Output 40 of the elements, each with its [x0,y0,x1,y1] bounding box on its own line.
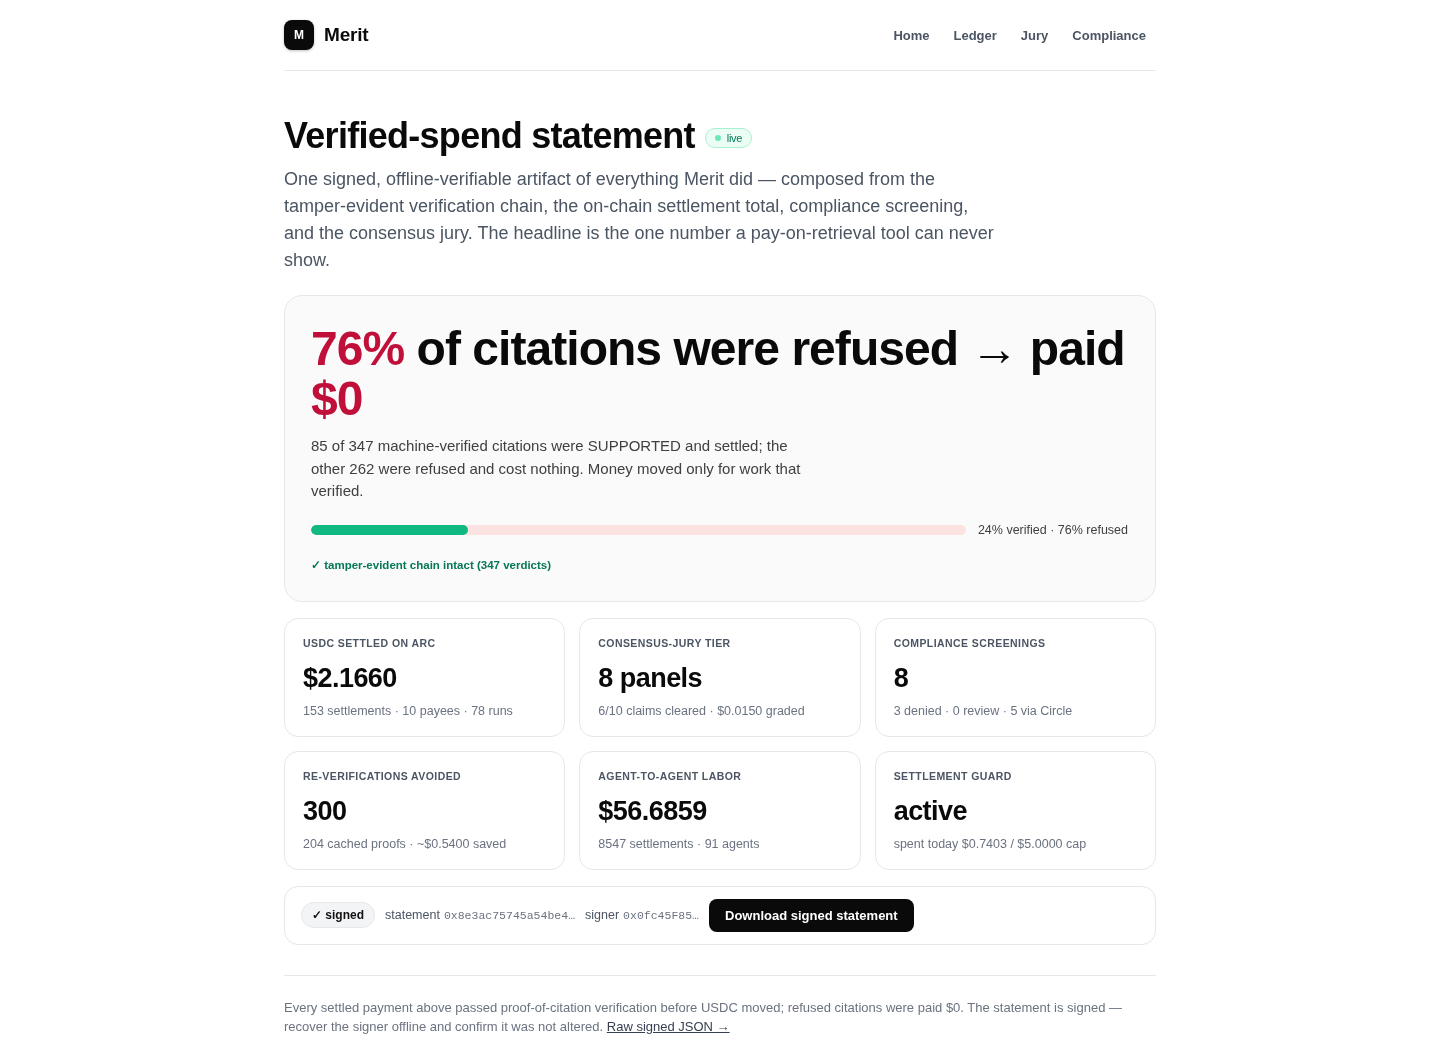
nav-link[interactable]: Compliance [1072,27,1146,43]
stat-detail: spent today $0.7403 / $5.0000 cap [893,835,1088,853]
footer-text: Every settled payment above passed proof-of-citation verification before USDC moved; refused citations were paid $0. The statement is signed — recover the signer offline and confirm it was not altered. Raw signed JSON → [284,998,1123,1036]
chain-status-text: ✓ tamper-evident chain intact (347 verdicts) [311,557,553,573]
stat-value: 300 [303,794,348,828]
stat-detail: 204 cached proofs · ~$0.5400 saved [303,835,508,853]
page-title: Verified-spend statement [284,114,695,157]
statement-hash: 0x8e3ac75745a54be4… [443,909,576,922]
raw-json-link[interactable]: Raw signed JSON → [606,1018,730,1034]
stat-value: $2.1660 [303,661,398,695]
logo-mark: M [284,20,314,50]
download-button[interactable]: Download signed statement [709,898,914,932]
stat-label: USDC SETTLED ON ARC [303,635,437,650]
signer-hash: 0x0fc45F85… [623,909,699,922]
stat-value: 8 panels [598,661,704,695]
stat-value: active [893,794,968,828]
stat-label: COMPLIANCE SCREENINGS [893,635,1047,650]
nav-link[interactable]: Home [893,27,930,43]
stat-detail: 3 denied · 0 review · 5 via Circle [893,702,1074,720]
statement-label: statement [385,908,440,922]
stat-detail: 8547 settlements · 91 agents [598,835,761,853]
stat-label: RE-VERIFICATIONS AVOIDED [303,768,463,783]
summary-text: 85 of 347 machine-verified citations were SUPPORTED and settled; the other 262 were refused and cost nothing. Money moved only for work that verified. [311,436,802,501]
stat-detail: 153 settlements · 10 payees · 78 runs [303,702,514,720]
stat-value: 8 [893,661,910,695]
stat-label: AGENT-TO-AGENT LABOR [598,768,743,783]
status-label: live [726,130,743,145]
stat-detail: 6/10 claims cleared · $0.0150 graded [598,702,806,720]
nav-link[interactable]: Ledger [953,27,997,43]
stat-label: CONSENSUS-JURY TIER [598,635,732,650]
signed-badge: ✓ signed [301,902,375,928]
progress-label: 24% verified · 76% refused [977,522,1128,537]
brand-name: Merit [324,24,369,46]
status-dot-icon [714,134,721,141]
intro-text: One signed, offline-verifiable artifact of everything Merit did — composed from the tamper-evident verification chain, the on-chain settlement total, compliance screening, and the consensus jury. The headline is the one number a pay-on-retrieval tool can never show. [284,168,995,272]
stat-label: SETTLEMENT GUARD [893,768,1013,783]
signer-label: signer [585,908,620,922]
stat-value: $56.6859 [598,794,708,828]
nav-link[interactable]: Jury [1020,27,1049,43]
headline: 76% of citations were refused → paid $0 [311,324,1126,424]
